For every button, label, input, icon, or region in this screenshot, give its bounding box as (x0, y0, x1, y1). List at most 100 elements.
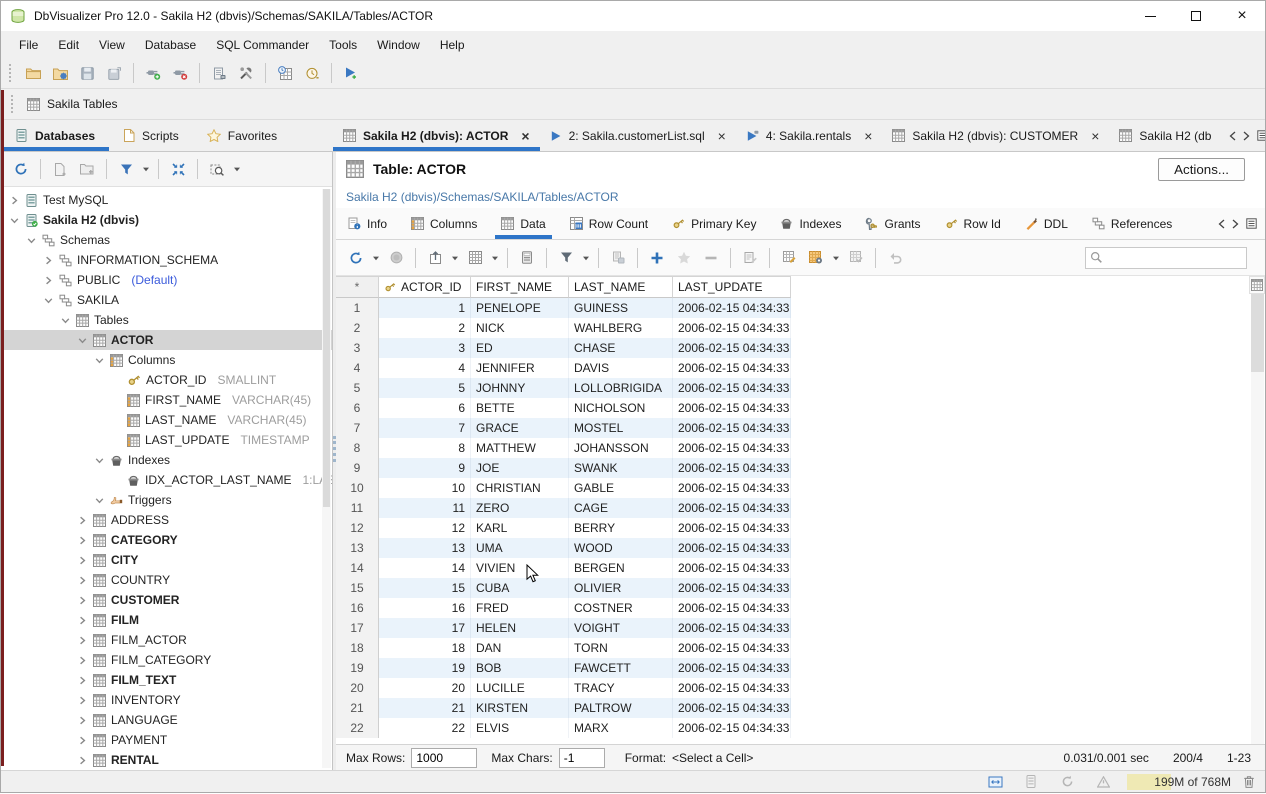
max-chars-input[interactable] (559, 748, 605, 768)
chevron-down-icon[interactable] (93, 496, 105, 505)
clock-button[interactable] (300, 61, 324, 85)
locate-button[interactable] (205, 157, 229, 181)
list-icon[interactable] (1257, 130, 1265, 141)
dropdown-caret-icon[interactable] (450, 246, 460, 270)
row-number[interactable]: 6 (336, 398, 379, 418)
tree-item-inventory[interactable]: INVENTORY (1, 690, 332, 710)
cell-actor-id[interactable]: 22 (379, 718, 471, 738)
tree-item-idx-actor-last-name[interactable]: IDX_ACTOR_LAST_NAME1:LAST (1, 470, 332, 490)
cell-last-update[interactable]: 2006-02-15 04:34:33 (673, 618, 791, 638)
tab-info[interactable]: Info (336, 208, 399, 239)
tree-item-first-name[interactable]: FIRST_NAMEVARCHAR(45) (1, 390, 332, 410)
column-header-last-name[interactable]: LAST_NAME (569, 276, 673, 298)
row-number[interactable]: 9 (336, 458, 379, 478)
cell-first-name[interactable]: MATTHEW (471, 438, 569, 458)
row-number[interactable]: 18 (336, 638, 379, 658)
edit-page-button[interactable] (738, 246, 762, 270)
cell-first-name[interactable]: KARL (471, 518, 569, 538)
cell-last-update[interactable]: 2006-02-15 04:34:33 (673, 438, 791, 458)
export-settings-button[interactable] (207, 61, 231, 85)
toolbar-drag-handle[interactable] (9, 64, 14, 82)
tab-row-count[interactable]: Row Count (558, 208, 660, 239)
cell-first-name[interactable]: NICK (471, 318, 569, 338)
cell-actor-id[interactable]: 9 (379, 458, 471, 478)
cell-last-update[interactable]: 2006-02-15 04:34:33 (673, 538, 791, 558)
row-number[interactable]: 1 (336, 298, 379, 318)
cell-actor-id[interactable]: 13 (379, 538, 471, 558)
connect-button[interactable] (141, 61, 165, 85)
chevron-down-icon[interactable] (93, 356, 105, 365)
cell-last-update[interactable]: 2006-02-15 04:34:33 (673, 338, 791, 358)
dropdown-caret-icon[interactable] (371, 246, 381, 270)
cell-last-name[interactable]: PALTROW (569, 698, 673, 718)
menu-help[interactable]: Help (430, 31, 475, 58)
cell-actor-id[interactable]: 1 (379, 298, 471, 318)
tab-grants[interactable]: Grants (853, 208, 932, 239)
memory-indicator[interactable]: 199M of 768M (1127, 774, 1231, 790)
cell-last-name[interactable]: MOSTEL (569, 418, 673, 438)
cell-first-name[interactable]: HELEN (471, 618, 569, 638)
cell-first-name[interactable]: VIVIEN (471, 558, 569, 578)
document-tab-sakila-h2-db[interactable]: Sakila H2 (db (1109, 120, 1221, 151)
cell-last-name[interactable]: VOIGHT (569, 618, 673, 638)
tree-item-payment[interactable]: PAYMENT (1, 730, 332, 750)
cell-actor-id[interactable]: 17 (379, 618, 471, 638)
db-gray-button[interactable] (1019, 770, 1043, 794)
row-number[interactable]: 15 (336, 578, 379, 598)
tree-item-language[interactable]: LANGUAGE (1, 710, 332, 730)
menu-file[interactable]: File (9, 31, 48, 58)
refresh-button[interactable] (9, 157, 33, 181)
cell-last-name[interactable]: FAWCETT (569, 658, 673, 678)
chevron-right-icon[interactable] (76, 596, 88, 605)
row-number[interactable]: 14 (336, 558, 379, 578)
cell-last-name[interactable]: CAGE (569, 498, 673, 518)
cell-last-name[interactable]: TORN (569, 638, 673, 658)
dropdown-caret-icon[interactable] (141, 157, 151, 181)
row-number[interactable]: 12 (336, 518, 379, 538)
grid-vertical-scrollbar[interactable] (1251, 294, 1264, 744)
cell-actor-id[interactable]: 12 (379, 518, 471, 538)
cell-last-name[interactable]: SWANK (569, 458, 673, 478)
cell-first-name[interactable]: JOHNNY (471, 378, 569, 398)
column-header-actor-id[interactable]: ACTOR_ID (379, 276, 471, 298)
cell-last-name[interactable]: MARX (569, 718, 673, 738)
max-rows-input[interactable] (411, 748, 477, 768)
undo-button[interactable] (883, 246, 907, 270)
close-button[interactable]: × (1219, 1, 1265, 31)
grid-button[interactable] (463, 246, 487, 270)
row-number[interactable]: 19 (336, 658, 379, 678)
sidebar-tab-databases[interactable]: Databases (1, 120, 109, 151)
tree-item-film[interactable]: FILM (1, 610, 332, 630)
save-button[interactable] (75, 61, 99, 85)
cell-actor-id[interactable]: 11 (379, 498, 471, 518)
tree-scrollbar[interactable] (322, 189, 331, 768)
cell-actor-id[interactable]: 4 (379, 358, 471, 378)
chevron-down-icon[interactable] (42, 296, 54, 305)
chevron-right-icon[interactable] (76, 656, 88, 665)
cell-last-update[interactable]: 2006-02-15 04:34:33 (673, 518, 791, 538)
cell-last-update[interactable]: 2006-02-15 04:34:33 (673, 358, 791, 378)
calculator-button[interactable] (515, 246, 539, 270)
cell-first-name[interactable]: DAN (471, 638, 569, 658)
document-tab-sakila-h2-dbvis-customer[interactable]: Sakila H2 (dbvis): CUSTOMER× (882, 120, 1109, 151)
tab-close-icon[interactable]: × (864, 129, 872, 143)
cell-last-update[interactable]: 2006-02-15 04:34:33 (673, 478, 791, 498)
cell-last-name[interactable]: LOLLOBRIGIDA (569, 378, 673, 398)
cell-last-name[interactable]: NICHOLSON (569, 398, 673, 418)
chevron-right-icon[interactable] (76, 716, 88, 725)
cell-actor-id[interactable]: 8 (379, 438, 471, 458)
tree-item-film-category[interactable]: FILM_CATEGORY (1, 650, 332, 670)
chevron-right-icon[interactable] (42, 276, 54, 285)
filter-blue-button[interactable] (114, 157, 138, 181)
row-number[interactable]: 10 (336, 478, 379, 498)
cell-last-name[interactable]: GABLE (569, 478, 673, 498)
cell-first-name[interactable]: GRACE (471, 418, 569, 438)
menu-window[interactable]: Window (367, 31, 430, 58)
cell-first-name[interactable]: LUCILLE (471, 678, 569, 698)
chevron-right-icon[interactable] (76, 676, 88, 685)
chevron-right-icon[interactable] (76, 696, 88, 705)
cell-actor-id[interactable]: 19 (379, 658, 471, 678)
column-header-first-name[interactable]: FIRST_NAME (471, 276, 569, 298)
export-button[interactable] (423, 246, 447, 270)
cell-actor-id[interactable]: 21 (379, 698, 471, 718)
